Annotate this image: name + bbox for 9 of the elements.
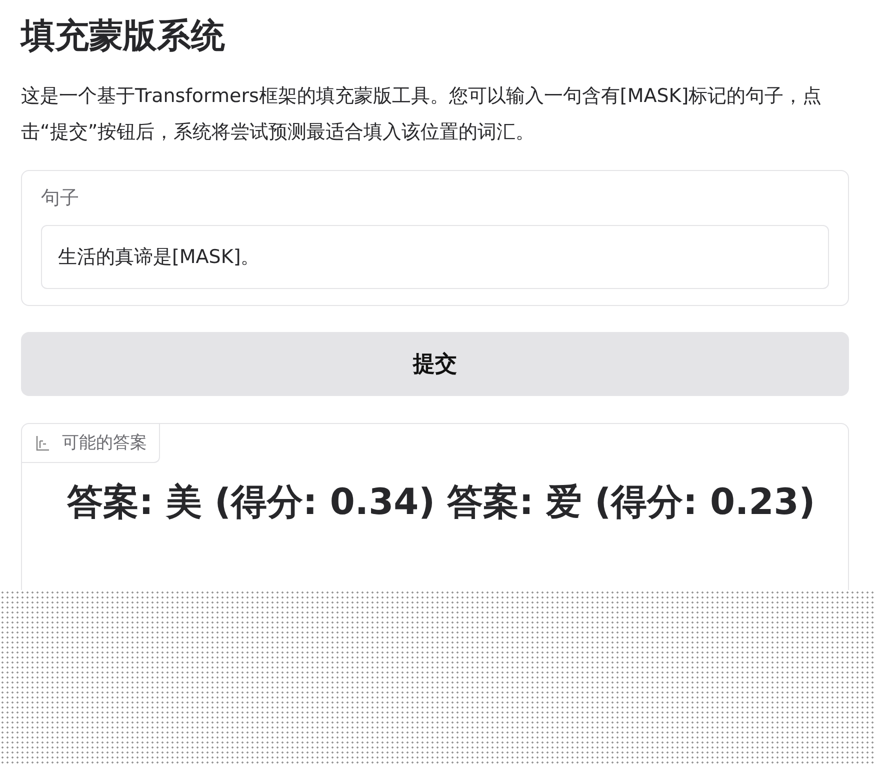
output-label: 可能的答案 [62,432,147,454]
description-text: 这是一个基于Transformers框架的填充蒙版工具。您可以输入一句含有[MASK]标记的句子，点击“提交”按钮后，系统将尝试预测最适合填入该位置的词汇。 [21,84,823,146]
answer-text: 答案: 美 (得分: 0.34) [67,481,436,526]
page-title: 填充蒙版系统 [21,15,226,58]
answer-text: 答案: 爱 (得分: 0.23) [447,481,816,526]
field-label: 句子 [41,186,80,212]
sentence-input-field[interactable]: 生活的真谛是[MASK]。 [41,225,829,290]
chart-icon [36,434,50,451]
submit-button[interactable]: 提交 [21,332,849,396]
